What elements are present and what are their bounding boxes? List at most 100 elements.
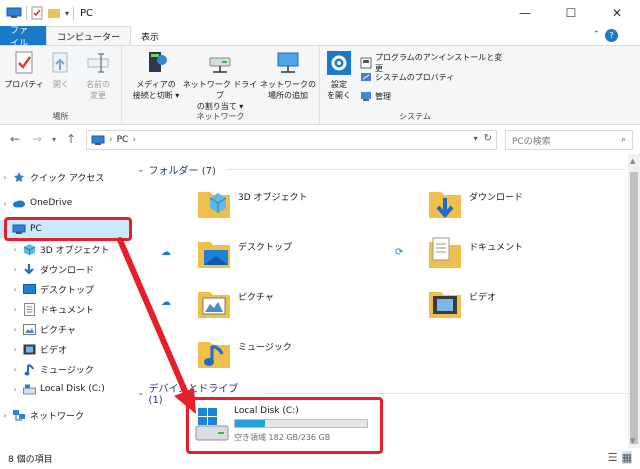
vertical-scrollbar[interactable]: ▲ ▼ (628, 154, 640, 448)
media-access-button[interactable]: メディアの 接続と切断 ▾ (128, 50, 184, 101)
nav-item-music[interactable]: › ミュージック (10, 360, 94, 378)
3d-objects-icon (22, 243, 36, 255)
scroll-up-arrow-icon[interactable]: ▲ (630, 157, 635, 165)
properties-button[interactable]: プロパティ (4, 50, 44, 90)
download-arrow-icon (22, 263, 36, 275)
window-controls: — ☐ ✕ (502, 0, 640, 26)
settings-label-2: を開く (327, 91, 351, 100)
search-icon: ⌕ (620, 135, 626, 145)
tab-file[interactable]: ファイル (0, 26, 46, 49)
folder-item-desktop[interactable]: デスクトップ (196, 234, 292, 272)
nav-item-downloads[interactable]: › ダウンロード (10, 260, 94, 278)
folder-item-downloads[interactable]: ダウンロード (427, 184, 523, 222)
expand-chevron-icon[interactable]: › (10, 305, 20, 314)
folder-3d-icon (198, 192, 230, 218)
nav-label: 3D オブジェクト (40, 245, 110, 256)
nav-label: ピクチャ (40, 325, 76, 336)
expand-chevron-icon[interactable]: › (10, 345, 20, 354)
folder-download-icon (429, 192, 461, 219)
ribbon-group-network: メディアの 接続と切断 ▾ ネットワーク ドライブ の割り当て ▾ ネットワーク… (122, 46, 320, 125)
section-chevron-icon: ⌄ (137, 388, 145, 398)
up-arrow-icon[interactable]: ↑ (66, 132, 76, 146)
open-settings-button[interactable]: 設定 を開く (324, 50, 354, 101)
expand-chevron-icon[interactable]: › (0, 199, 10, 208)
add-network-location-button[interactable]: ネットワークの 場所の追加 (258, 50, 318, 101)
folders-section-header[interactable]: ⌄ フォルダー (7) (137, 162, 626, 177)
sync-refresh-icon: ⟳ (395, 247, 404, 258)
nav-label: OneDrive (30, 198, 73, 208)
pc-icon (91, 135, 105, 145)
group-label-location: 場所 (52, 112, 69, 121)
properties-quick-icon[interactable] (31, 6, 43, 20)
address-bar[interactable]: › PC › ▾ ↻ (86, 130, 497, 150)
open-icon (52, 52, 68, 73)
divider (73, 6, 75, 20)
nav-item-desktop[interactable]: › デスクトップ (10, 280, 94, 298)
view-buttons: ☰ ▦ (608, 451, 632, 464)
video-icon (22, 343, 36, 355)
chevron-down-icon[interactable]: ⌃ (592, 30, 600, 40)
minimize-button[interactable]: — (502, 0, 548, 26)
gear-icon (327, 51, 351, 75)
close-button[interactable]: ✕ (594, 0, 640, 26)
nav-item-videos[interactable]: › ビデオ (10, 340, 67, 358)
address-path[interactable]: PC (117, 135, 129, 145)
manage-button[interactable]: 管理 (360, 90, 391, 102)
help-icon[interactable]: ? (605, 29, 618, 42)
document-icon (22, 302, 36, 316)
address-actions: ▾ ↻ (474, 133, 492, 144)
recent-locations-chevron-icon[interactable]: ▾ (52, 135, 56, 144)
section-divider (225, 169, 626, 170)
expand-chevron-icon[interactable]: › (0, 173, 10, 182)
nav-item-pictures[interactable]: › ピクチャ (10, 320, 76, 338)
nav-item-network[interactable]: › ネットワーク (0, 406, 84, 424)
tiles-view-icon[interactable]: ▦ (621, 451, 632, 464)
expand-chevron-icon[interactable]: › (10, 285, 20, 294)
section-title: フォルダー (7) (148, 166, 216, 177)
map-network-drive-button[interactable]: ネットワーク ドライブ の割り当て ▾ (182, 50, 258, 112)
nav-label: Local Disk (C:) (40, 384, 105, 394)
details-view-icon[interactable]: ☰ (608, 451, 618, 464)
folder-item-documents[interactable]: ドキュメント (427, 234, 523, 272)
folder-item-music[interactable]: ミュージック (196, 334, 292, 372)
nav-item-documents[interactable]: › ドキュメント (10, 300, 94, 318)
open-button[interactable]: 開く (46, 50, 76, 90)
nav-item-onedrive[interactable]: › OneDrive (0, 194, 72, 212)
nav-label: ドキュメント (40, 305, 95, 316)
address-history-chevron-icon[interactable]: ▾ (474, 134, 478, 143)
expand-chevron-icon[interactable]: › (10, 385, 20, 394)
nav-item-3d-objects[interactable]: › 3D オブジェクト (10, 240, 110, 258)
navigation-pane: › クイック アクセス › OneDrive ⌄ PC › 3D オブジェクト … (0, 154, 130, 448)
maximize-button[interactable]: ☐ (548, 0, 594, 26)
back-arrow-icon[interactable]: ← (10, 132, 20, 146)
ribbon: プロパティ 開く 名前の 変更 場所 メディアの 接続と切断 ▾ ネットワーク … (0, 45, 640, 125)
open-label: 開く (53, 80, 69, 89)
rename-button[interactable]: 名前の 変更 (78, 50, 118, 101)
customize-quick-access-icon[interactable]: ▾ (65, 9, 69, 18)
folder-item-videos[interactable]: ビデオ (427, 284, 496, 322)
folder-item-pictures[interactable]: ピクチャ (196, 284, 274, 322)
nav-item-local-disk[interactable]: › Local Disk (C:) (10, 380, 105, 398)
nav-label: ネットワーク (30, 411, 85, 422)
search-box[interactable]: PCの検索 ⌕ (505, 130, 633, 150)
expand-chevron-icon[interactable]: › (10, 365, 20, 374)
star-icon (12, 171, 26, 183)
nav-item-quick-access[interactable]: › クイック アクセス (0, 168, 104, 186)
scrollbar-thumb[interactable] (630, 172, 638, 444)
folder-item-3d-objects[interactable]: 3D オブジェクト (196, 184, 308, 222)
address-separator: › (132, 135, 136, 145)
expand-chevron-icon[interactable]: › (10, 265, 20, 274)
forward-arrow-icon[interactable]: → (32, 132, 42, 146)
system-properties-button[interactable]: システムのプロパティ (360, 71, 454, 83)
expand-chevron-icon[interactable]: › (10, 325, 20, 334)
cloud-sync-icon: ☁ (161, 297, 171, 308)
expand-chevron-icon[interactable]: › (0, 411, 10, 420)
refresh-icon[interactable]: ↻ (484, 133, 492, 144)
network-icon (12, 409, 26, 421)
expand-chevron-icon[interactable]: › (10, 245, 20, 254)
folder-name: ドキュメント (469, 242, 524, 253)
tab-computer[interactable]: コンピューター (46, 26, 132, 46)
new-folder-quick-icon[interactable] (47, 7, 61, 19)
tab-view[interactable]: 表示 (131, 26, 169, 46)
scroll-down-arrow-icon[interactable]: ▼ (630, 437, 635, 445)
